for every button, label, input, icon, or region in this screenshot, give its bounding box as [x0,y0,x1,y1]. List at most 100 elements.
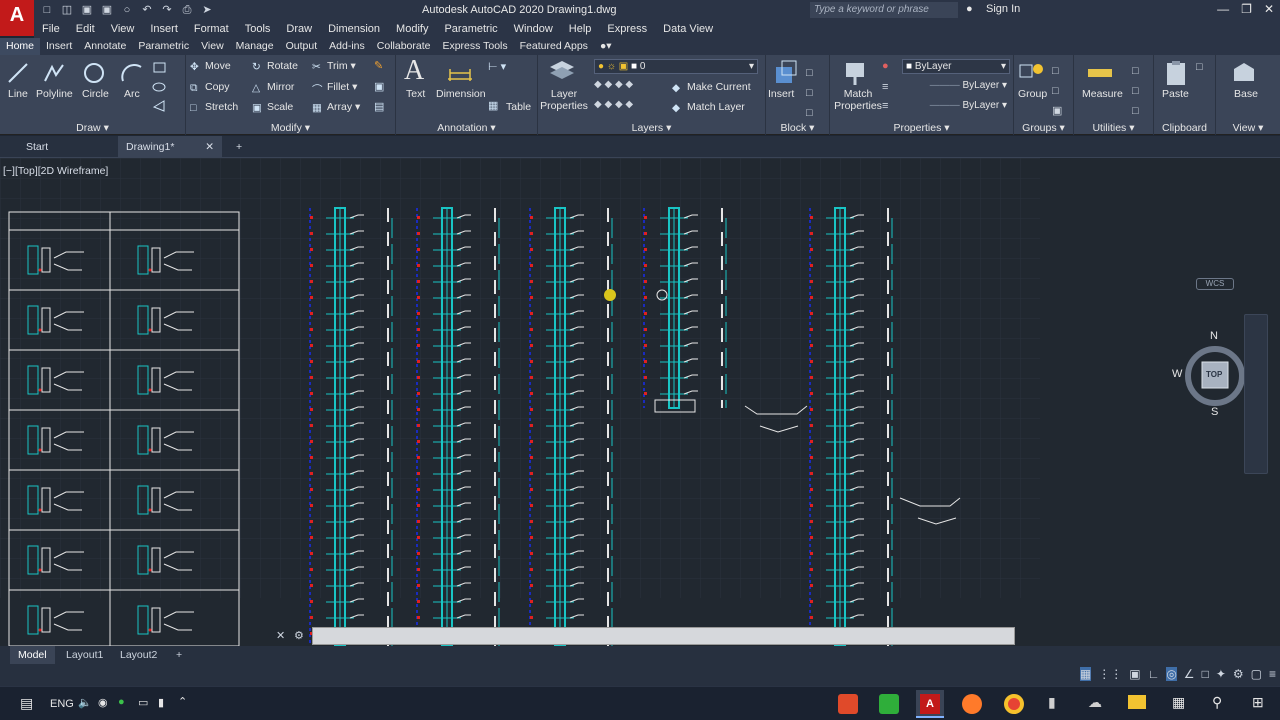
groups-panel-title[interactable]: Groups ▾ [1014,122,1073,134]
search-icon[interactable]: ⚲ [1212,694,1222,711]
tab-home[interactable]: Home [0,38,41,55]
dimension-button[interactable]: Dimension [436,88,486,100]
fillet-button[interactable]: ⌒ Fillet ▾ [312,81,357,96]
open-icon[interactable]: ◫ [60,3,74,17]
text-button[interactable]: Text [406,88,425,100]
tab-express-tools[interactable]: Express Tools [436,38,513,55]
layer-tools-row1[interactable]: ◆ ◆ ◆ ◆ [594,79,633,90]
menu-parametric[interactable]: Parametric [436,23,505,35]
menu-window[interactable]: Window [506,23,561,35]
polyline-button[interactable]: Polyline [36,88,73,100]
web-icon[interactable]: ○ [120,3,134,17]
folder-icon[interactable] [1128,695,1146,709]
move-button[interactable]: ✥ Move [190,60,231,73]
group-tools-icon[interactable]: □ □ ▣ [1052,61,1062,121]
draw-extra-icons[interactable] [152,61,180,116]
cmd-close-icon[interactable]: ✕ [276,629,285,642]
chrome-icon[interactable] [1004,694,1024,714]
new-tab-button[interactable]: + [228,136,250,158]
fullscreen-icon[interactable]: ▢ [1251,667,1262,681]
compass-s[interactable]: S [1211,406,1218,418]
tab-start[interactable]: Start [18,136,56,158]
tab-featured-apps[interactable]: Featured Apps [514,38,594,55]
drawing-viewport[interactable]: [−][Top][2D Wireframe] N S W E TOP WCS ✕… [0,158,1280,646]
undo-icon[interactable]: ↶ [140,3,154,17]
base-button[interactable]: Base [1234,88,1258,100]
isodraft-icon[interactable]: ∠ [1184,667,1195,681]
mirror-button[interactable]: △ Mirror [252,81,294,94]
utility-tools-icon[interactable]: □ □ □ [1132,61,1139,121]
tab-manage[interactable]: Manage [230,38,280,55]
close-icon[interactable]: ✕ [1264,2,1274,16]
linetype-dropdown[interactable]: ——— ByLayer ▾ [902,79,1010,94]
tab-annotate[interactable]: Annotate [78,38,132,55]
menu-insert[interactable]: Insert [142,23,186,35]
arc-button[interactable]: Arc [124,88,140,100]
menu-draw[interactable]: Draw [278,23,320,35]
redo-icon[interactable]: ↷ [160,3,174,17]
menu-tools[interactable]: Tools [237,23,279,35]
trim-button[interactable]: ✂ Trim ▾ [312,60,356,73]
menu-file[interactable]: File [34,23,68,35]
rotate-button[interactable]: ↻ Rotate [252,60,298,73]
restore-icon[interactable]: ❐ [1241,2,1252,16]
close-tab-icon[interactable]: ✕ [205,136,214,158]
viewcube-top-face[interactable]: TOP [1206,370,1222,379]
layer-properties-button[interactable]: Layer Properties [540,88,588,112]
app-red-icon[interactable] [838,694,858,714]
table-button[interactable]: Table [506,101,531,113]
new-icon[interactable]: □ [40,3,54,17]
annotation-scale-icon[interactable]: ✦ [1216,667,1226,681]
tab-output[interactable]: Output [280,38,324,55]
utilities-panel-title[interactable]: Utilities ▾ [1074,122,1153,134]
menu-dimension[interactable]: Dimension [320,23,388,35]
add-layout-button[interactable]: + [168,646,190,664]
minimize-icon[interactable]: — [1217,2,1229,16]
grid-icon[interactable]: ▦ [1079,667,1092,681]
match-properties-button[interactable]: Match Properties [834,88,882,112]
menu-express[interactable]: Express [599,23,655,35]
scale-button[interactable]: ▣ Scale [252,101,293,114]
vpn-icon[interactable]: ☁ [1088,694,1102,711]
tab-insert[interactable]: Insert [40,38,78,55]
network-icon[interactable]: ◉ [98,696,108,709]
tab-model[interactable]: Model [10,646,55,664]
insert-button[interactable]: Insert [768,88,794,100]
block-panel-title[interactable]: Block ▾ [766,122,829,134]
circle-button[interactable]: Circle [82,88,109,100]
ortho-icon[interactable]: ∟ [1148,667,1160,681]
language-indicator[interactable]: ENG [50,698,74,710]
user-icon[interactable]: ● [966,3,973,15]
menu-view[interactable]: View [103,23,143,35]
workspace-icon[interactable]: ⚙ [1233,667,1244,681]
task-view-icon[interactable]: ▦ [1172,694,1185,711]
menu-help[interactable]: Help [561,23,600,35]
offset-icon[interactable]: ▤ [374,100,384,113]
tab-addins[interactable]: Add-ins [323,38,371,55]
compass-w[interactable]: W [1172,368,1182,380]
tab-layout2[interactable]: Layout2 [112,646,165,664]
windows-start-icon[interactable]: ⊞ [1252,694,1264,711]
tab-layout1[interactable]: Layout1 [58,646,111,664]
plot-icon[interactable]: ⎙ [180,3,194,17]
viewport-controls-label[interactable]: [−][Top][2D Wireframe] [3,165,108,177]
line-button[interactable]: Line [8,88,28,100]
tab-drawing1[interactable]: Drawing1* ✕ [118,136,222,158]
wcs-menu[interactable]: WCS [1196,278,1234,290]
saveas-icon[interactable]: ▣ [100,3,114,17]
ribbon-toggle-icon[interactable]: ●▾ [594,38,618,55]
tab-parametric[interactable]: Parametric [132,38,195,55]
menu-format[interactable]: Format [186,23,237,35]
volume-icon[interactable]: 🔈 [78,696,92,709]
battery-icon[interactable]: ▭ [138,696,148,709]
draw-panel-title[interactable]: Draw ▾ [0,122,185,134]
group-button[interactable]: Group [1018,88,1047,100]
lineweight-dropdown[interactable]: ——— ByLayer ▾ [902,99,1010,114]
command-line-input[interactable] [312,627,1015,645]
tab-collaborate[interactable]: Collaborate [371,38,437,55]
compass-n[interactable]: N [1210,330,1218,342]
tab-view[interactable]: View [195,38,230,55]
grip-marker[interactable] [604,289,616,301]
copy-clip-icon[interactable]: □ [1196,61,1203,73]
copy-button[interactable]: ⧉ Copy [190,81,230,94]
